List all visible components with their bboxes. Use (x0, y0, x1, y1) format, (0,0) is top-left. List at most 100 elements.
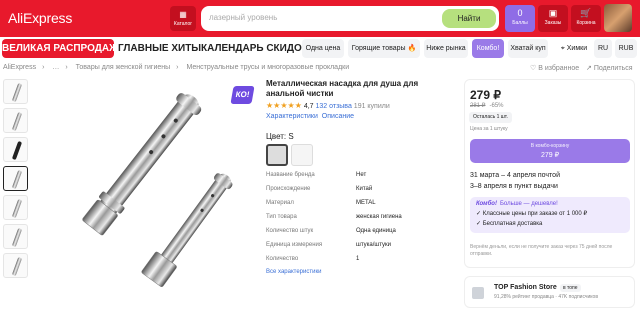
spec-value: Китай (356, 186, 373, 192)
bonus-label: Баллы (512, 20, 528, 26)
store-rating: 91,28% рейтинг продавца (494, 294, 554, 300)
add-to-combo-cart-button[interactable]: В комбо-корзину 279 ₽ (470, 139, 630, 163)
stock-badge: Осталась 1 шт. (469, 112, 512, 123)
heart-icon: ♡ (530, 65, 537, 72)
spec-value: Одна единица (356, 228, 396, 234)
favorite-label: В избранное (538, 65, 580, 72)
refund-note: Вернём деньли, если не получите заказ че… (470, 244, 613, 257)
catalog-button[interactable]: ▦ Каталог (170, 6, 196, 31)
cart-icon: 🛒 (580, 8, 592, 18)
spec-key: Материал (266, 200, 294, 206)
thumbnail[interactable] (3, 137, 28, 162)
specs-table: Название бренда Нет Происхождение Китай Ма… (266, 172, 466, 270)
combo-promo[interactable]: Комбо! Больше — дешевле! ✓ Классные цены … (470, 197, 630, 233)
breadcrumb: AliExpress › … › Товары для женской гигиен… (3, 64, 350, 71)
delivery-info: 31 марта – 4 апреля почтой 3–8 апреля в … (470, 170, 560, 192)
old-price: 281 ₽ (470, 103, 486, 109)
buy-price: 279 ₽ (540, 152, 560, 159)
spec-row: Тип товара женская гигиена (266, 214, 466, 228)
spec-row: Количество 1 (266, 256, 466, 270)
shower-nozzle-image (82, 93, 233, 287)
thumbnail[interactable] (3, 224, 28, 249)
product-title: Металлическая насадка для душа для аналь… (266, 79, 419, 98)
bonus-count: 0 (517, 8, 523, 18)
thumbnail[interactable] (3, 108, 28, 133)
product-tabs: Характеристики Описание (266, 113, 354, 120)
currency-selector[interactable]: RUB (615, 39, 637, 58)
search-bar[interactable]: лазерный уровень Найти (201, 6, 499, 31)
spec-value: женская гигиена (356, 214, 402, 220)
nav-hot-items[interactable]: Горящие товары 🔥 (348, 39, 420, 58)
thumbnail-strip (3, 79, 30, 282)
cart-button[interactable]: 🛒 Корзина (571, 5, 601, 32)
nav-one-price[interactable]: Одна цена (302, 39, 344, 58)
location-label: Химки (566, 45, 588, 52)
product-image[interactable] (35, 80, 257, 308)
buy-sub-label: В комбо-корзину (530, 143, 570, 149)
orders-button[interactable]: ▣ Заказы (538, 5, 568, 32)
spec-key: Количество (266, 256, 299, 262)
color-swatch-selected[interactable] (266, 144, 288, 166)
breadcrumb-item[interactable]: Товары для женской гигиены (76, 64, 170, 71)
spec-value: METAL (356, 200, 376, 206)
price: 279 ₽ (470, 88, 501, 102)
spec-value: 1 (356, 256, 360, 262)
spec-row: Название бренда Нет (266, 172, 466, 186)
store-name[interactable]: TOP Fashion Store (494, 284, 557, 291)
store-meta: 91,28% рейтинг продавца · 47K подписчико… (494, 294, 598, 300)
cart-label: Корзина (576, 20, 596, 26)
store-subs: 47K подписчиков (558, 294, 598, 300)
bonus-button[interactable]: 0 Баллы (505, 5, 535, 32)
rating-row: ★★★★★ 4,7 132 отзыва 191 купили (266, 101, 390, 110)
spec-row: Количество штук Одна единица (266, 228, 466, 242)
thumbnail-selected[interactable] (3, 166, 28, 191)
favorite-button[interactable]: ♡ В избранное (530, 64, 579, 72)
share-button[interactable]: ↗ Поделиться (586, 64, 632, 72)
check-icon: ✓ (476, 211, 482, 217)
spec-row: Материал METAL (266, 200, 466, 214)
spec-key: Количество штук (266, 228, 314, 234)
breadcrumb-item[interactable]: Менструальные трусы и многоразовые прокл… (186, 64, 349, 71)
spec-row: Происхождение Китай (266, 186, 466, 200)
old-price-row: 281 ₽ -65% (470, 102, 504, 109)
catalog-label: Каталог (173, 21, 193, 27)
combo-title: Комбо! (476, 201, 497, 207)
thumbnail[interactable] (3, 79, 28, 104)
nav-discount-calendar[interactable]: КАЛЕНДАРЬ СКИДОК (201, 39, 308, 58)
delivery-post: 31 марта – 4 апреля почтой (470, 172, 560, 179)
spec-value: штука/штуки (356, 242, 391, 248)
location-selector[interactable]: ⌖ Химки (556, 39, 592, 58)
breadcrumb-item[interactable]: AliExpress (3, 64, 36, 71)
combo-line: ✓ Бесплатная доставка (476, 221, 543, 227)
all-specs-link[interactable]: Все характеристики (266, 269, 321, 275)
aliexpress-logo[interactable]: AliExpress (8, 10, 72, 26)
per-piece-note: Цена за 1 штуку (470, 126, 508, 132)
nav-main-hits[interactable]: ГЛАВНЫЕ ХИТЫ (118, 39, 201, 58)
store-card[interactable] (464, 276, 635, 308)
share-icon: ↗ (586, 65, 592, 72)
share-label: Поделиться (593, 65, 633, 72)
combo-sub: Больше — дешевле! (499, 201, 558, 207)
box-icon: ▣ (548, 8, 558, 18)
nav-great-sale[interactable]: ВЕЛИКАЯ РАСПРОДАЖА (2, 39, 125, 58)
thumbnail[interactable] (3, 195, 28, 220)
breadcrumb-item[interactable]: … (52, 64, 59, 71)
spec-key: Тип товара (266, 214, 297, 220)
avatar[interactable] (604, 4, 632, 32)
store-icon (472, 287, 484, 299)
tab-description[interactable]: Описание (322, 113, 354, 120)
nav-combo[interactable]: Комбо! (472, 39, 504, 58)
nav-grab-coupons[interactable]: Хватай куп (508, 39, 548, 58)
combo-badge: КО! (230, 86, 255, 104)
color-swatch[interactable] (291, 144, 313, 166)
rating-value: 4,7 (303, 103, 314, 110)
nav-below-market[interactable]: Ниже рынка (424, 39, 468, 58)
search-input[interactable]: лазерный уровень (209, 13, 277, 22)
language-selector[interactable]: RU (594, 39, 612, 58)
orders-label: Заказы (544, 20, 562, 26)
tab-specs[interactable]: Характеристики (266, 113, 318, 120)
thumbnail[interactable] (3, 253, 28, 278)
search-button[interactable]: Найти (442, 9, 496, 28)
nav-bar: ВЕЛИКАЯ РАСПРОДАЖА ГЛАВНЫЕ ХИТЫ КАЛЕНДАР… (0, 39, 640, 58)
reviews-link[interactable]: 132 отзыва (316, 103, 352, 110)
